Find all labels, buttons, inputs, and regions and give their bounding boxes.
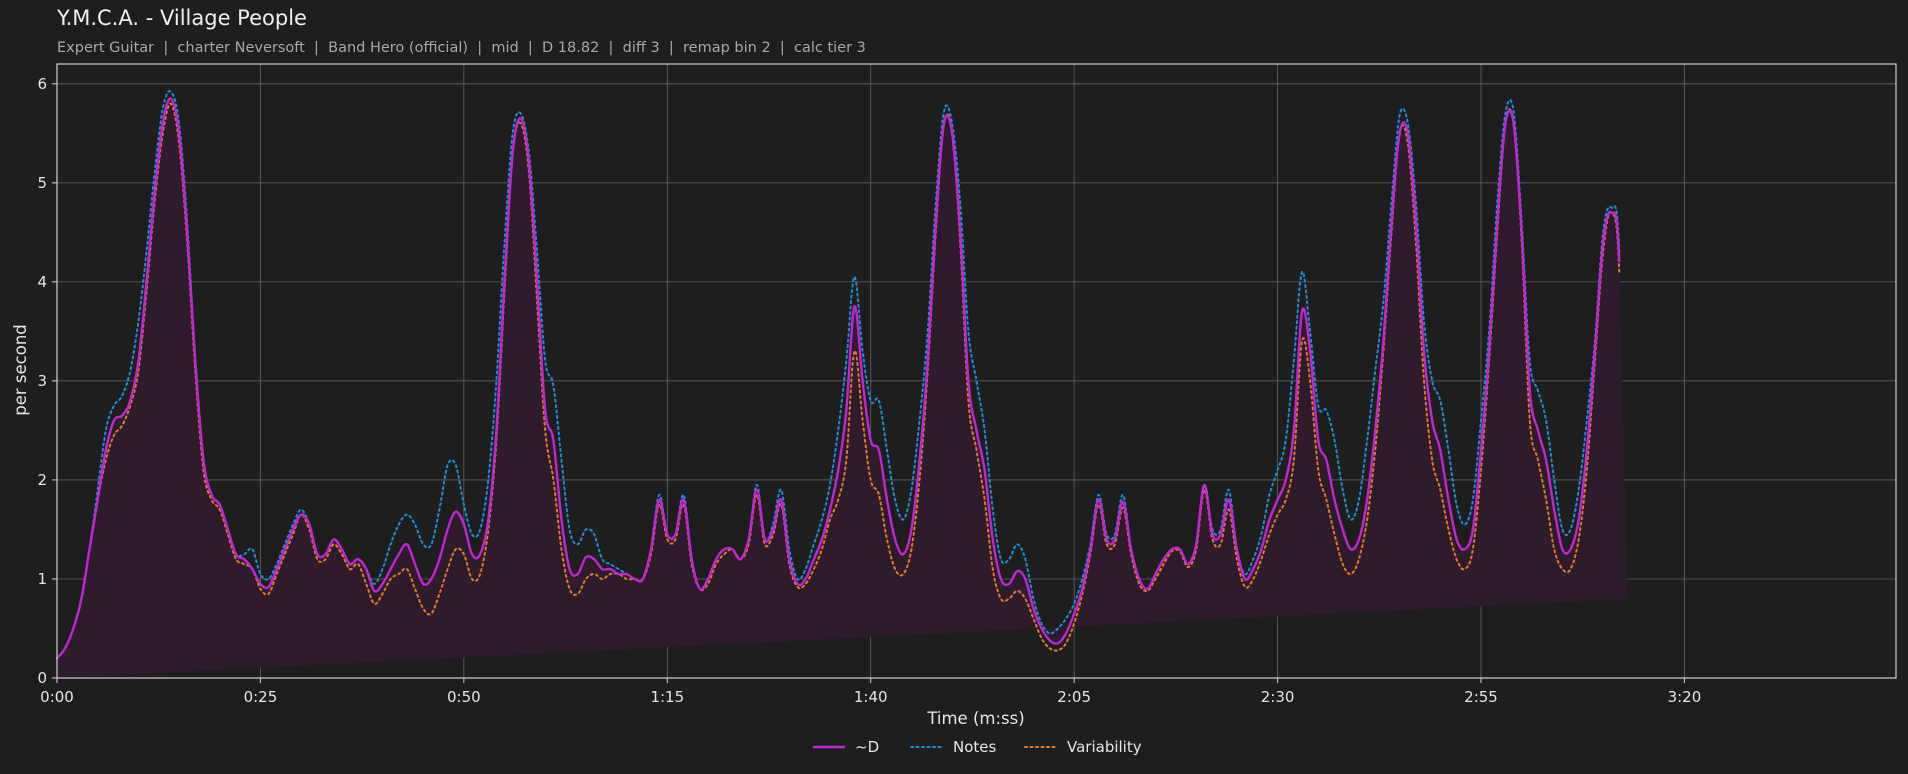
y-tick-labels: 0 1 2 3 4 5 6 xyxy=(37,75,47,687)
x-tick-label: 2:55 xyxy=(1464,688,1498,706)
d-area-fill xyxy=(57,98,1628,678)
legend-label: Notes xyxy=(953,738,997,756)
x-tick-label: 1:15 xyxy=(650,688,684,706)
x-tick-labels: 0:00 0:25 0:50 1:15 1:40 2:05 2:30 2:55 3:20 xyxy=(40,688,1701,706)
y-tick-label: 5 xyxy=(37,174,47,192)
y-tick-label: 4 xyxy=(37,273,47,291)
legend-label: ~D xyxy=(855,738,879,756)
y-tick-label: 1 xyxy=(37,570,47,588)
x-tick-label: 0:25 xyxy=(244,688,278,706)
x-tick-label: 3:20 xyxy=(1668,688,1702,706)
legend-label: Variability xyxy=(1067,738,1142,756)
x-tick-label: 2:05 xyxy=(1057,688,1091,706)
x-tick-label: 0:00 xyxy=(40,688,74,706)
y-tick-label: 6 xyxy=(37,75,47,93)
x-tick-label: 1:40 xyxy=(854,688,888,706)
y-tick-label: 2 xyxy=(37,471,47,489)
y-tick-label: 0 xyxy=(37,669,47,687)
x-tick-label: 0:50 xyxy=(447,688,481,706)
area-fill-layer xyxy=(57,98,1628,678)
x-tick-label: 2:30 xyxy=(1261,688,1295,706)
legend: ~D Notes Variability xyxy=(813,738,1142,756)
chart: 0:00 0:25 0:50 1:15 1:40 2:05 2:30 2:55 3:20 0 1 2… xyxy=(11,63,1897,756)
x-axis-label: Time (m:ss) xyxy=(926,709,1024,728)
y-axis-label: per second xyxy=(11,324,30,416)
y-tick-label: 3 xyxy=(37,372,47,390)
